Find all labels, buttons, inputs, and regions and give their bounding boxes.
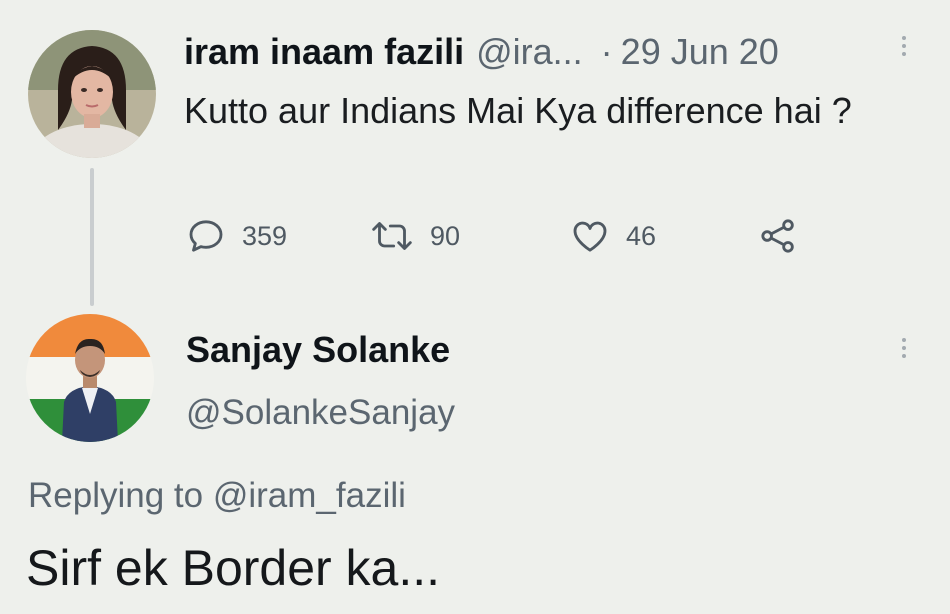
tweet1-header: iram inaam fazili @ira... · 29 Jun 20 <box>184 30 779 74</box>
reply-icon <box>189 220 223 252</box>
more-icon[interactable] <box>898 338 910 358</box>
tweet1-author-handle[interactable]: @ira... <box>476 30 583 74</box>
retweet-icon <box>372 222 412 250</box>
tweet1-action-bar: 359 90 46 <box>186 214 826 258</box>
tweet2-author-name[interactable]: Sanjay Solanke <box>186 328 450 372</box>
tweet2-author-handle[interactable]: @SolankeSanjay <box>186 391 455 435</box>
avatar-iram-fazili[interactable] <box>28 30 156 158</box>
replying-mention-link[interactable]: @iram_fazili <box>213 476 406 515</box>
reply-count: 359 <box>242 220 288 251</box>
avatar-image <box>26 314 154 442</box>
retweet-count: 90 <box>430 220 461 251</box>
reply-button[interactable]: 359 <box>186 214 287 258</box>
tweet1-date[interactable]: 29 Jun 20 <box>621 30 779 74</box>
tweet2-text: Sirf ek Border ka... <box>26 540 441 596</box>
tweet1-author-name[interactable]: iram inaam fazili <box>184 30 464 74</box>
thread-connector-line <box>90 168 94 306</box>
replying-prefix: Replying to <box>28 476 204 515</box>
like-button[interactable]: 46 <box>570 214 656 258</box>
avatar-sanjay-solanke[interactable] <box>26 314 154 442</box>
tweet1-text: Kutto aur Indians Mai Kya difference hai… <box>184 90 852 131</box>
tweet1-separator: · <box>600 31 613 72</box>
retweet-button[interactable]: 90 <box>370 214 460 258</box>
more-icon[interactable] <box>898 36 910 56</box>
tweet-thread-screenshot: iram inaam fazili @ira... · 29 Jun 20 Ku… <box>0 0 950 614</box>
replying-to-line: Replying to @iram_fazili <box>28 474 406 518</box>
avatar-image <box>28 30 156 158</box>
like-icon <box>573 221 607 252</box>
like-count: 46 <box>626 220 657 251</box>
share-button[interactable] <box>758 214 798 258</box>
share-icon <box>761 219 794 253</box>
